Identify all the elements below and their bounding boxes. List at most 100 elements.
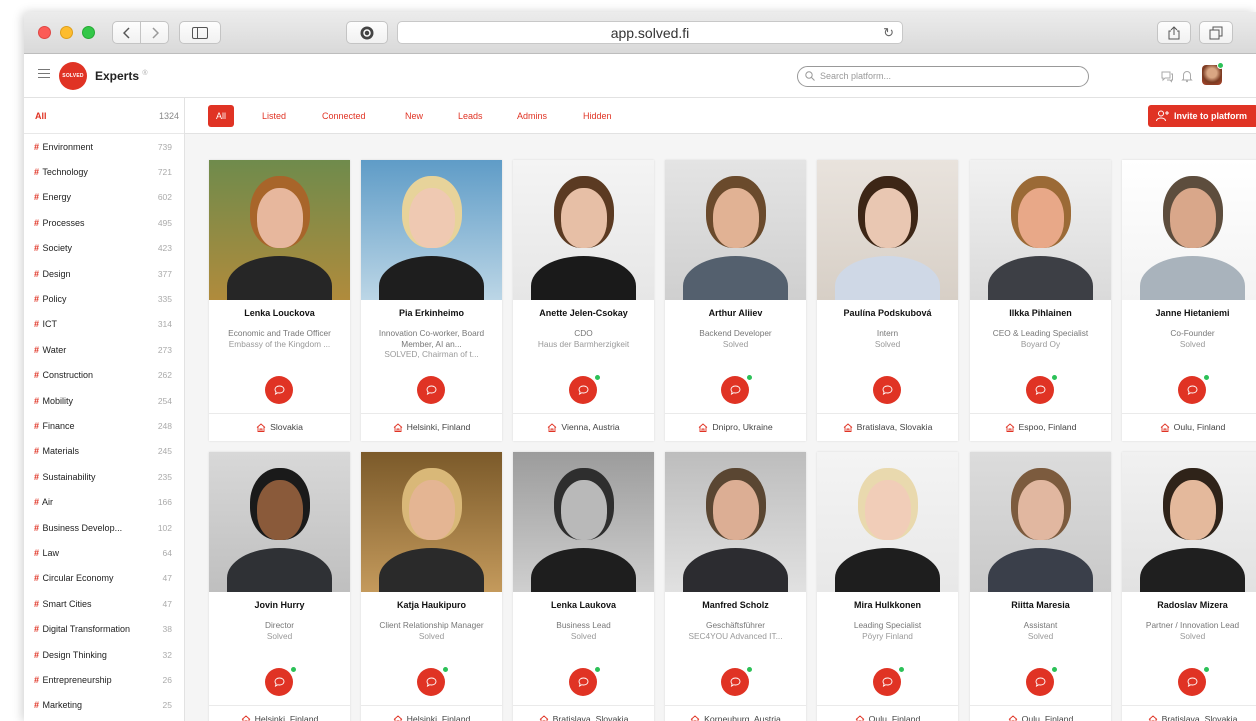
expert-photo[interactable] [209, 160, 350, 300]
expert-name[interactable]: Katja Haukipuro [365, 600, 498, 610]
expert-card[interactable]: Manfred Scholz Geschäftsführer SEC4YOU Adv… [665, 452, 806, 721]
chat-button[interactable] [417, 376, 445, 404]
sidebar-item-ict[interactable]: # ICT 314 [24, 312, 184, 337]
chat-button[interactable] [721, 376, 749, 404]
maximize-window-button[interactable] [82, 26, 95, 39]
sidebar-item-all[interactable]: All 1324 [24, 98, 184, 134]
expert-name[interactable]: Ilkka Pihlainen [974, 308, 1107, 318]
expert-card[interactable]: Paulína Podskubová Intern Solved Bratislava… [817, 160, 958, 441]
sidebar-item-policy[interactable]: # Policy 335 [24, 286, 184, 311]
expert-card[interactable]: Pia Erkinheimo Innovation Co-worker, Boar… [361, 160, 502, 441]
chat-button[interactable] [1178, 376, 1206, 404]
menu-icon[interactable] [38, 69, 50, 79]
expert-name[interactable]: Jovin Hurry [213, 600, 346, 610]
expert-name[interactable]: Manfred Scholz [669, 600, 802, 610]
bell-icon[interactable] [1180, 69, 1194, 83]
expert-name[interactable]: Paulína Podskubová [821, 308, 954, 318]
sidebar-item-circular-economy[interactable]: # Circular Economy 47 [24, 566, 184, 591]
close-window-button[interactable] [38, 26, 51, 39]
expert-card[interactable]: Riitta Maresia Assistant Solved Oulu, Finla… [970, 452, 1111, 721]
expert-name[interactable]: Pia Erkinheimo [365, 308, 498, 318]
sidebar-item-marketing[interactable]: # Marketing 25 [24, 693, 184, 718]
sidebar-item-digital-transformation[interactable]: # Digital Transformation 38 [24, 616, 184, 641]
expert-photo[interactable] [513, 452, 654, 592]
sidebar-item-construction[interactable]: # Construction 262 [24, 363, 184, 388]
expert-photo[interactable] [970, 160, 1111, 300]
forward-button[interactable] [140, 21, 169, 44]
sidebar-item-law[interactable]: # Law 64 [24, 540, 184, 565]
tab-listed[interactable]: Listed [262, 105, 286, 127]
expert-name[interactable]: Lenka Louckova [213, 308, 346, 318]
chat-button[interactable] [417, 668, 445, 696]
expert-card[interactable]: Ilkka Pihlainen CEO & Leading Specialist B… [970, 160, 1111, 441]
expert-photo[interactable] [361, 160, 502, 300]
sidebar-item-business-develop[interactable]: # Business Develop... 102 [24, 515, 184, 540]
expert-card[interactable]: Anette Jelen-Csokay CDO Haus der Barmherzi… [513, 160, 654, 441]
sidebar-item-water[interactable]: # Water 273 [24, 337, 184, 362]
expert-name[interactable]: Anette Jelen-Csokay [517, 308, 650, 318]
sidebar-item-energy[interactable]: # Energy 602 [24, 185, 184, 210]
chat-button[interactable] [1026, 376, 1054, 404]
expert-photo[interactable] [209, 452, 350, 592]
sidebar-item-processes[interactable]: # Processes 495 [24, 210, 184, 235]
sidebar-item-technology[interactable]: # Technology 721 [24, 159, 184, 184]
sidebar-toggle-button[interactable] [179, 21, 221, 44]
expert-photo[interactable] [665, 160, 806, 300]
expert-photo[interactable] [1122, 452, 1256, 592]
expert-photo[interactable] [970, 452, 1111, 592]
sidebar-item-design-thinking[interactable]: # Design Thinking 32 [24, 642, 184, 667]
sidebar-item-entrepreneurship[interactable]: # Entrepreneurship 26 [24, 667, 184, 692]
expert-photo[interactable] [1122, 160, 1256, 300]
chat-button[interactable] [265, 668, 293, 696]
expert-photo[interactable] [817, 160, 958, 300]
tab-new[interactable]: New [405, 105, 423, 127]
expert-card[interactable]: Janne Hietaniemi Co-Founder Solved Oulu, Fi… [1122, 160, 1256, 441]
expert-name[interactable]: Arthur Aliiev [669, 308, 802, 318]
chat-button[interactable] [1026, 668, 1054, 696]
tab-leads[interactable]: Leads [458, 105, 483, 127]
sidebar-item-environment[interactable]: # Environment 739 [24, 134, 184, 159]
expert-card[interactable]: Lenka Laukova Business Lead Solved Bratisla… [513, 452, 654, 721]
expert-photo[interactable] [817, 452, 958, 592]
chat-button[interactable] [873, 668, 901, 696]
minimize-window-button[interactable] [60, 26, 73, 39]
tab-admins[interactable]: Admins [517, 105, 547, 127]
sidebar-item-materials[interactable]: # Materials 245 [24, 439, 184, 464]
site-favicon-button[interactable] [346, 21, 388, 44]
chat-button[interactable] [265, 376, 293, 404]
chat-button[interactable] [569, 668, 597, 696]
expert-card[interactable]: Mira Hulkkonen Leading Specialist Pöyry Fi… [817, 452, 958, 721]
sidebar-item-society[interactable]: # Society 423 [24, 236, 184, 261]
share-button[interactable] [1157, 21, 1191, 44]
address-bar[interactable]: app.solved.fi ↻ [397, 21, 903, 44]
expert-card[interactable]: Katja Haukipuro Client Relationship Manag… [361, 452, 502, 721]
expert-card[interactable]: Radoslav Mizera Partner / Innovation Lead… [1122, 452, 1256, 721]
chat-button[interactable] [569, 376, 597, 404]
expert-photo[interactable] [665, 452, 806, 592]
search-input[interactable]: Search platform... [797, 66, 1089, 87]
expert-photo[interactable] [513, 160, 654, 300]
sidebar-item-air[interactable]: # Air 166 [24, 489, 184, 514]
sidebar-item-smart-cities[interactable]: # Smart Cities 47 [24, 591, 184, 616]
expert-name[interactable]: Mira Hulkkonen [821, 600, 954, 610]
show-tabs-button[interactable] [1199, 21, 1233, 44]
back-button[interactable] [112, 21, 141, 44]
tab-all[interactable]: All [208, 105, 235, 127]
tab-hidden[interactable]: Hidden [583, 105, 612, 127]
messages-icon[interactable] [1160, 69, 1174, 83]
tab-connected[interactable]: Connected [322, 105, 366, 127]
expert-name[interactable]: Janne Hietaniemi [1126, 308, 1256, 318]
expert-name[interactable]: Riitta Maresia [974, 600, 1107, 610]
reload-icon[interactable]: ↻ [883, 22, 894, 44]
chat-button[interactable] [1178, 668, 1206, 696]
expert-photo[interactable] [361, 452, 502, 592]
sidebar-item-sustainability[interactable]: # Sustainability 235 [24, 464, 184, 489]
expert-card[interactable]: Lenka Louckova Economic and Trade Officer… [209, 160, 350, 441]
chat-button[interactable] [721, 668, 749, 696]
expert-card[interactable]: Jovin Hurry Director Solved Helsinki, Finla… [209, 452, 350, 721]
chat-button[interactable] [873, 376, 901, 404]
sidebar-item-finance[interactable]: # Finance 248 [24, 413, 184, 438]
invite-to-platform-button[interactable]: Invite to platform [1148, 105, 1256, 127]
expert-name[interactable]: Lenka Laukova [517, 600, 650, 610]
sidebar-item-design[interactable]: # Design 377 [24, 261, 184, 286]
